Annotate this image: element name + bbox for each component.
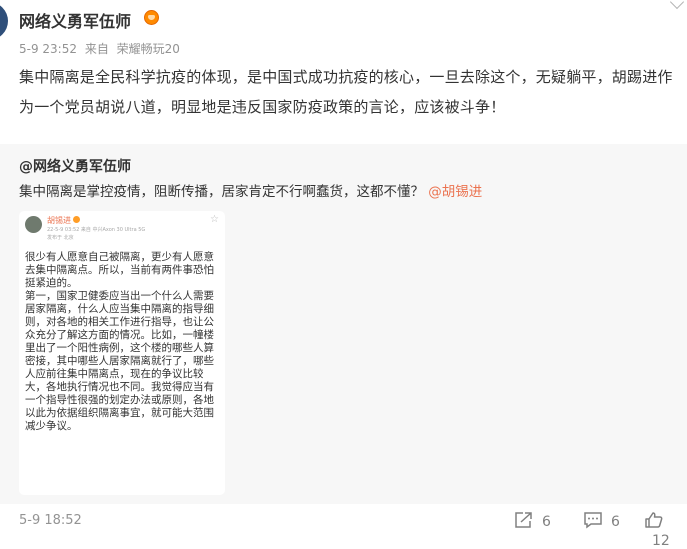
source-device[interactable]: 荣耀畅玩20 — [117, 42, 180, 56]
author-avatar[interactable] — [0, 2, 8, 40]
image-body: 很少有人愿意自己被隔离，更少有人愿意去集中隔离点。所以，当前有两件事恐怕挺紧迫的… — [25, 251, 214, 432]
vip-crown-icon — [144, 10, 159, 25]
thumbs-up-icon — [644, 511, 664, 533]
repost-count: 6 — [542, 514, 551, 530]
image-star-icon: ☆ — [210, 214, 219, 225]
image-author: 胡锡进 — [47, 216, 71, 225]
share-icon — [514, 511, 534, 533]
comment-icon — [583, 511, 603, 533]
chevron-down-icon[interactable] — [669, 0, 685, 10]
post-timestamp[interactable]: 5-9 23:52 — [19, 42, 77, 56]
repost-button[interactable]: 6 — [514, 511, 551, 533]
author-name[interactable]: 网络义勇军伍师 — [19, 8, 131, 32]
comment-button[interactable]: 6 — [583, 511, 620, 533]
post-text: 集中隔离是全民科学抗疫的体现，是中国式成功抗疫的核心，一旦去除这个，无疑躺平，胡… — [19, 68, 673, 116]
image-vip-icon — [73, 216, 80, 223]
like-button[interactable]: 12 — [644, 511, 687, 549]
repost-text: 集中隔离是掌控疫情，阻断传播，居家肯定不行啊蠢货，这都不懂？ — [19, 184, 424, 200]
post-meta: 5-9 23:52 来自 荣耀畅玩20 — [19, 40, 184, 57]
repost-image[interactable]: 胡锡进 ☆ 22-5-9 03:52 来自 中兴Axon 30 Ultra 5G… — [19, 211, 225, 495]
repost-time[interactable]: 5-9 18:52 — [19, 513, 82, 528]
repost-text-line: 集中隔离是掌控疫情，阻断传播，居家肯定不行啊蠢货，这都不懂？ @胡锡进 — [19, 180, 482, 200]
image-meta: 22-5-9 03:52 来自 中兴Axon 30 Ultra 5G — [47, 227, 146, 233]
like-count: 12 — [652, 533, 670, 549]
comment-count: 6 — [611, 514, 620, 530]
repost-author[interactable]: @网络义勇军伍师 — [19, 156, 131, 176]
mention-link[interactable]: @胡锡进 — [428, 184, 482, 200]
source-prefix: 来自 — [84, 42, 109, 56]
image-avatar — [25, 216, 42, 233]
image-meta-location: 发布于 北京 — [47, 235, 74, 241]
